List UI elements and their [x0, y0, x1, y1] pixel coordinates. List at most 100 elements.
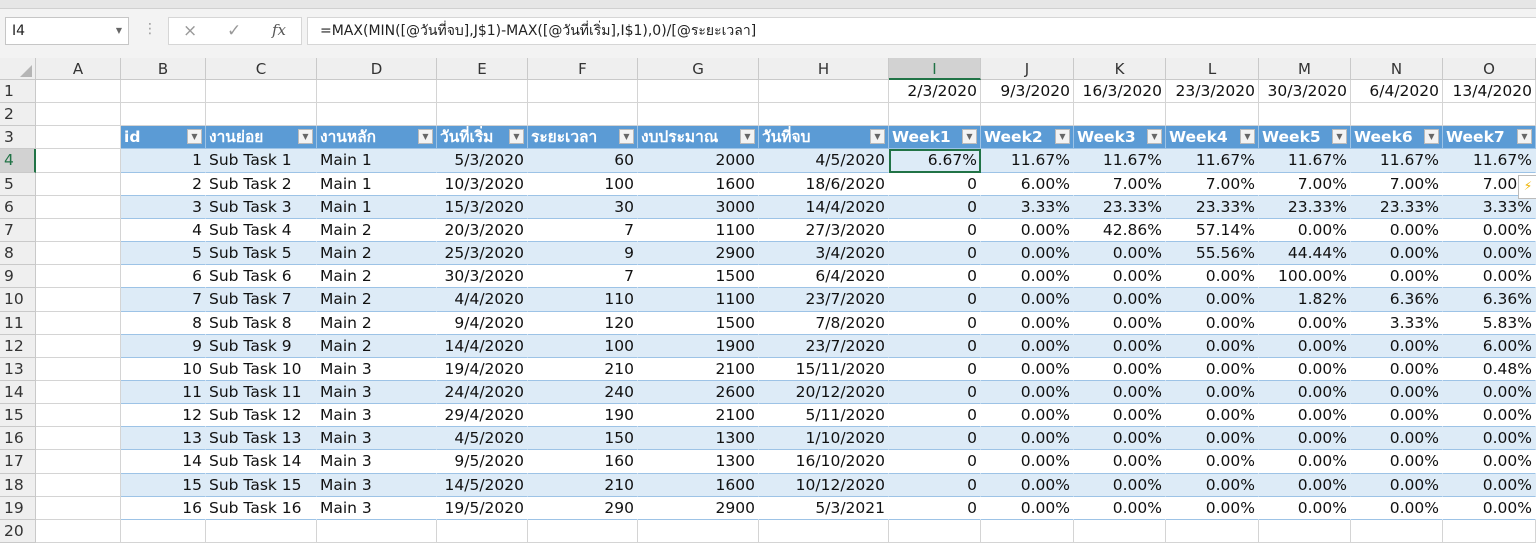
table-cell-O15[interactable]: 0.00%	[1443, 404, 1536, 427]
table-header-8[interactable]: Week1 ▼	[889, 126, 981, 149]
table-cell-B18[interactable]: 15	[121, 474, 206, 497]
cell-G1[interactable]	[638, 80, 759, 103]
table-cell-C4[interactable]: Sub Task 1	[206, 149, 317, 173]
table-cell-B11[interactable]: 8	[121, 312, 206, 335]
filter-dropdown-icon[interactable]: ▼	[1332, 129, 1347, 144]
date-cell-J1[interactable]: 9/3/2020	[981, 80, 1074, 103]
table-cell-L8[interactable]: 55.56%	[1166, 242, 1259, 265]
table-cell-I15[interactable]: 0	[889, 404, 981, 427]
row-header-15[interactable]: 15	[0, 404, 36, 427]
table-cell-E13[interactable]: 19/4/2020	[437, 358, 528, 381]
table-cell-C14[interactable]: Sub Task 11	[206, 381, 317, 404]
table-cell-I19[interactable]: 0	[889, 497, 981, 520]
cell-L2[interactable]	[1166, 103, 1259, 126]
cell-A9[interactable]	[36, 265, 121, 288]
table-cell-J6[interactable]: 3.33%	[981, 196, 1074, 219]
table-cell-I10[interactable]: 0	[889, 288, 981, 312]
table-cell-J7[interactable]: 0.00%	[981, 219, 1074, 242]
table-cell-F16[interactable]: 150	[528, 427, 638, 450]
table-cell-B17[interactable]: 14	[121, 450, 206, 474]
table-cell-H8[interactable]: 3/4/2020	[759, 242, 889, 265]
table-cell-I18[interactable]: 0	[889, 474, 981, 497]
filter-dropdown-icon[interactable]: ▼	[619, 129, 634, 144]
table-cell-D10[interactable]: Main 2	[317, 288, 437, 312]
table-header-14[interactable]: Week7 ▼	[1443, 126, 1536, 149]
filter-dropdown-icon[interactable]: ▼	[870, 129, 885, 144]
cell-O20[interactable]	[1443, 520, 1536, 543]
table-cell-J17[interactable]: 0.00%	[981, 450, 1074, 474]
table-cell-L4[interactable]: 11.67%	[1166, 149, 1259, 173]
table-cell-J15[interactable]: 0.00%	[981, 404, 1074, 427]
table-cell-N18[interactable]: 0.00%	[1351, 474, 1443, 497]
table-cell-H12[interactable]: 23/7/2020	[759, 335, 889, 358]
table-cell-F11[interactable]: 120	[528, 312, 638, 335]
cell-E1[interactable]	[437, 80, 528, 103]
table-cell-L9[interactable]: 0.00%	[1166, 265, 1259, 288]
table-cell-O17[interactable]: 0.00%	[1443, 450, 1536, 474]
cell-A7[interactable]	[36, 219, 121, 242]
row-header-16[interactable]: 16	[0, 427, 36, 450]
table-cell-L18[interactable]: 0.00%	[1166, 474, 1259, 497]
date-cell-M1[interactable]: 30/3/2020	[1259, 80, 1351, 103]
column-header-J[interactable]: J	[981, 58, 1074, 80]
table-cell-E5[interactable]: 10/3/2020	[437, 173, 528, 196]
table-cell-L5[interactable]: 7.00%	[1166, 173, 1259, 196]
table-cell-L15[interactable]: 0.00%	[1166, 404, 1259, 427]
table-header-6[interactable]: งบประมาณ ▼	[638, 126, 759, 149]
table-cell-C12[interactable]: Sub Task 9	[206, 335, 317, 358]
table-cell-J18[interactable]: 0.00%	[981, 474, 1074, 497]
cell-A4[interactable]	[36, 149, 121, 173]
table-cell-J5[interactable]: 6.00%	[981, 173, 1074, 196]
table-cell-I16[interactable]: 0	[889, 427, 981, 450]
table-cell-C8[interactable]: Sub Task 5	[206, 242, 317, 265]
table-cell-D19[interactable]: Main 3	[317, 497, 437, 520]
table-cell-H13[interactable]: 15/11/2020	[759, 358, 889, 381]
cell-D20[interactable]	[317, 520, 437, 543]
table-cell-M11[interactable]: 0.00%	[1259, 312, 1351, 335]
table-cell-C10[interactable]: Sub Task 7	[206, 288, 317, 312]
table-cell-K14[interactable]: 0.00%	[1074, 381, 1166, 404]
cell-C20[interactable]	[206, 520, 317, 543]
filter-dropdown-icon[interactable]: ▼	[418, 129, 433, 144]
table-cell-L13[interactable]: 0.00%	[1166, 358, 1259, 381]
table-cell-D5[interactable]: Main 1	[317, 173, 437, 196]
table-cell-I7[interactable]: 0	[889, 219, 981, 242]
column-header-O[interactable]: O	[1443, 58, 1536, 80]
cell-H20[interactable]	[759, 520, 889, 543]
table-cell-F10[interactable]: 110	[528, 288, 638, 312]
table-cell-G6[interactable]: 3000	[638, 196, 759, 219]
formula-input[interactable]: =MAX(MIN([@วันที่จบ],J$1)-MAX([@วันที่เร…	[307, 17, 1536, 45]
cell-B20[interactable]	[121, 520, 206, 543]
row-header-19[interactable]: 19	[0, 497, 36, 520]
table-cell-O9[interactable]: 0.00%	[1443, 265, 1536, 288]
row-header-17[interactable]: 17	[0, 450, 36, 474]
table-cell-D18[interactable]: Main 3	[317, 474, 437, 497]
row-header-3[interactable]: 3	[0, 126, 36, 149]
cell-A10[interactable]	[36, 288, 121, 312]
table-cell-G18[interactable]: 1600	[638, 474, 759, 497]
cell-F2[interactable]	[528, 103, 638, 126]
table-cell-I14[interactable]: 0	[889, 381, 981, 404]
table-cell-M8[interactable]: 44.44%	[1259, 242, 1351, 265]
table-cell-N15[interactable]: 0.00%	[1351, 404, 1443, 427]
table-cell-F13[interactable]: 210	[528, 358, 638, 381]
row-header-18[interactable]: 18	[0, 474, 36, 497]
table-cell-D11[interactable]: Main 2	[317, 312, 437, 335]
column-header-K[interactable]: K	[1074, 58, 1166, 80]
cell-A15[interactable]	[36, 404, 121, 427]
cell-H2[interactable]	[759, 103, 889, 126]
table-cell-C6[interactable]: Sub Task 3	[206, 196, 317, 219]
table-cell-E10[interactable]: 4/4/2020	[437, 288, 528, 312]
table-cell-J4[interactable]: 11.67%	[981, 149, 1074, 173]
table-cell-K18[interactable]: 0.00%	[1074, 474, 1166, 497]
table-cell-G7[interactable]: 1100	[638, 219, 759, 242]
table-cell-N17[interactable]: 0.00%	[1351, 450, 1443, 474]
filter-dropdown-icon[interactable]: ▼	[962, 129, 977, 144]
row-header-5[interactable]: 5	[0, 173, 36, 196]
column-header-N[interactable]: N	[1351, 58, 1443, 80]
table-cell-J14[interactable]: 0.00%	[981, 381, 1074, 404]
cell-G2[interactable]	[638, 103, 759, 126]
table-cell-L7[interactable]: 57.14%	[1166, 219, 1259, 242]
column-header-H[interactable]: H	[759, 58, 889, 80]
table-cell-F17[interactable]: 160	[528, 450, 638, 474]
